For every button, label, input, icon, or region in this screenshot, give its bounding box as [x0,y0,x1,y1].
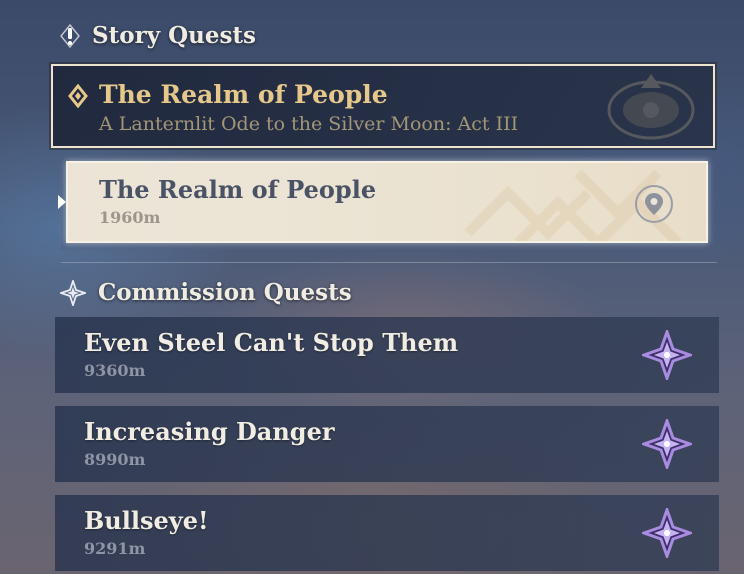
objective-distance: 1960m [99,208,161,227]
commission-star-icon [642,508,692,558]
section-divider [61,262,717,263]
story-quest-subtitle: A Lanternlit Ode to the Silver Moon: Act… [99,113,519,135]
story-quest-title: The Realm of People [99,80,388,109]
location-pin-icon[interactable] [634,184,674,224]
commission-quest-title: Increasing Danger [84,417,335,446]
story-quest-card[interactable]: The Realm of People A Lanternlit Ode to … [51,64,715,148]
objective-title: The Realm of People [99,175,377,204]
commission-star-icon [642,419,692,469]
commission-quest-title: Even Steel Can't Stop Them [84,328,459,357]
commission-quest-distance: 9291m [84,539,146,558]
story-quests-label: Story Quests [92,22,256,49]
commission-quest-row[interactable]: Increasing Danger 8990m [55,406,719,482]
quest-diamond-icon [68,84,88,108]
commission-quest-row[interactable]: Even Steel Can't Stop Them 9360m [55,317,719,393]
commission-star-icon [642,330,692,380]
commission-quest-distance: 8990m [84,450,146,469]
commission-quest-distance: 9360m [84,361,146,380]
exclamation-diamond-icon [60,23,80,48]
objective-card[interactable]: The Realm of People 1960m [66,161,708,243]
quest-emblem-icon [607,74,695,140]
commission-quests-header: Commission Quests [60,279,352,306]
commission-quest-title: Bullseye! [84,506,209,535]
commission-star-icon [60,279,86,306]
story-quests-header: Story Quests [60,22,256,49]
commission-quests-label: Commission Quests [98,279,352,306]
commission-quest-row[interactable]: Bullseye! 9291m [55,495,719,571]
